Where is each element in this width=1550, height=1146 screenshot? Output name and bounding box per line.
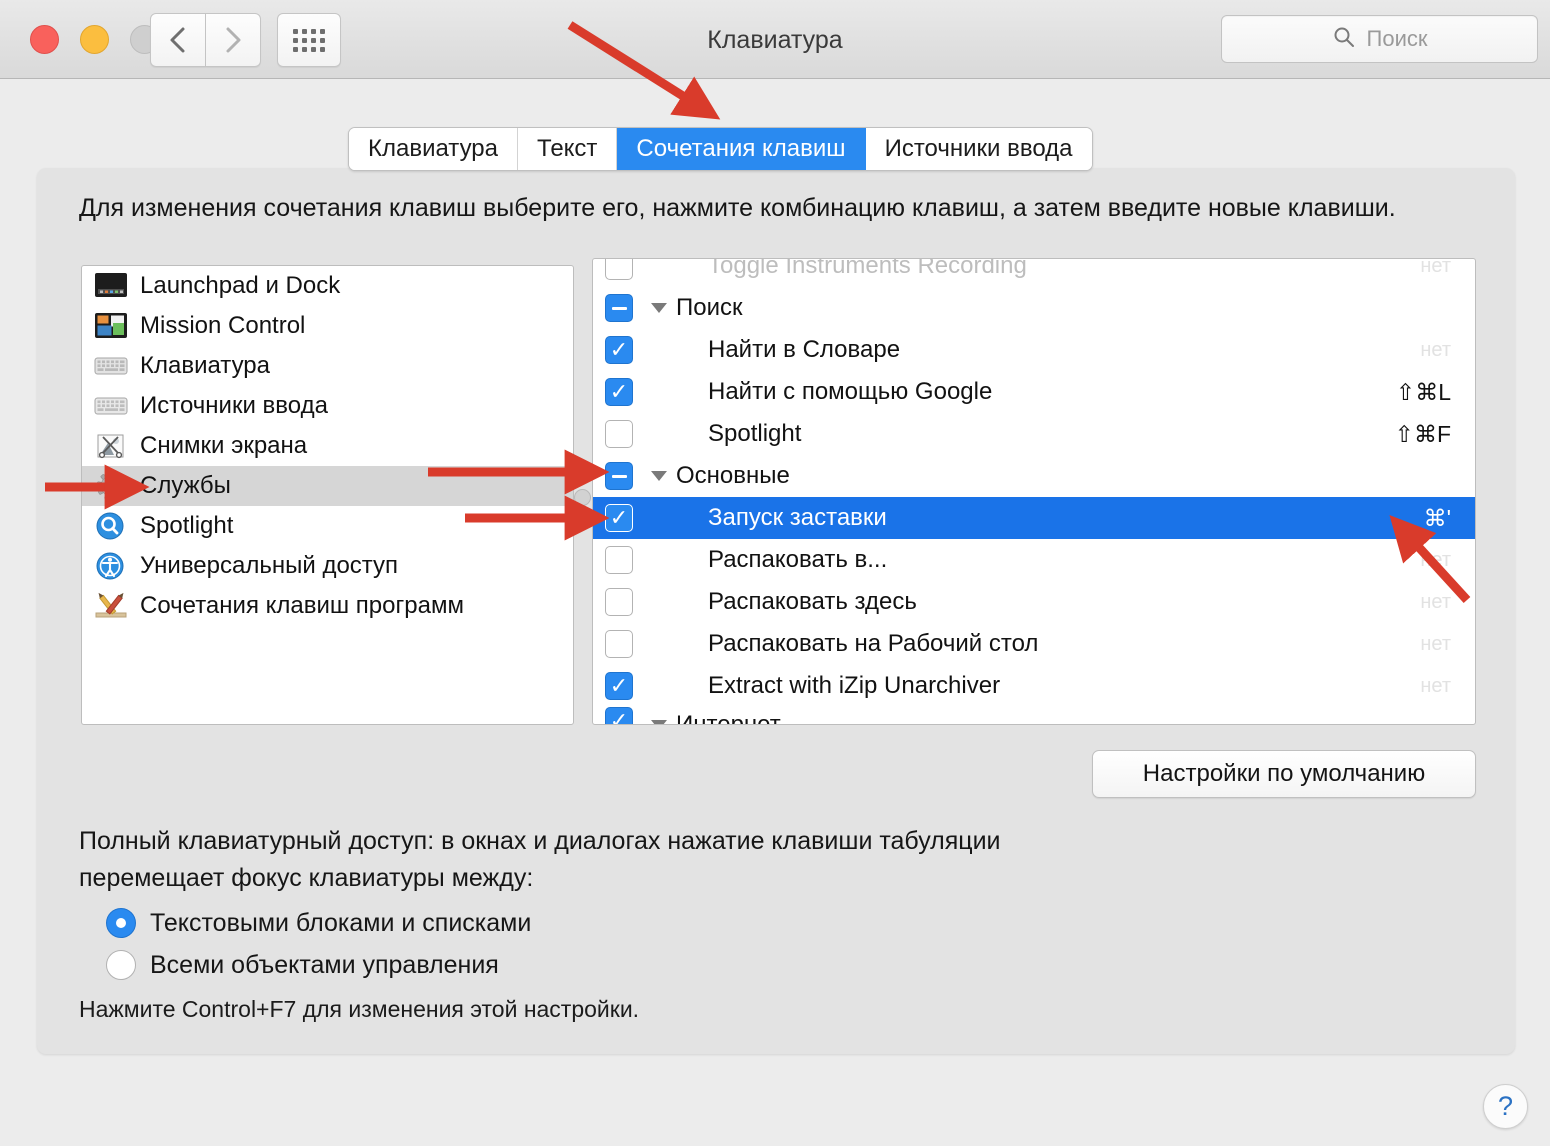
group-label: Основные <box>651 462 790 490</box>
help-button[interactable]: ? <box>1483 1084 1528 1129</box>
disclosure-triangle-icon[interactable] <box>651 720 667 724</box>
sidebar-item-keyboard[interactable]: Клавиатура <box>82 346 573 386</box>
shortcut-label: Распаковать в... <box>708 546 888 573</box>
radio-label: Всеми объектами управления <box>150 950 499 979</box>
shortcut-checkbox[interactable]: ✓ <box>605 378 633 406</box>
launchpad-dock-icon <box>94 271 128 301</box>
shortcut-group-row[interactable]: ✓ Интернет <box>593 707 1475 724</box>
sidebar-item-spotlight[interactable]: Spotlight <box>82 506 573 546</box>
instruction-text: Для изменения сочетания клавиш выберите … <box>79 194 1396 222</box>
shortcut-label: Распаковать на Рабочий стол <box>708 630 1039 657</box>
sidebar-item-input-sources[interactable]: Источники ввода <box>82 386 573 426</box>
input-sources-keyboard-icon <box>94 391 128 421</box>
sidebar-item-label: Mission Control <box>140 312 306 339</box>
group-checkbox[interactable]: ✓ <box>605 707 633 724</box>
shortcut-label: Найти в Словаре <box>708 336 901 363</box>
shortcut-key[interactable]: нет <box>1420 339 1451 362</box>
shortcut-key[interactable]: нет <box>1420 549 1451 572</box>
shortcut-key[interactable]: нет <box>1420 591 1451 614</box>
search-field[interactable]: Поиск <box>1221 15 1538 63</box>
tab-text[interactable]: Текст <box>518 128 618 170</box>
disclosure-triangle-icon[interactable] <box>651 471 667 481</box>
sidebar-item-services[interactable]: Службы <box>82 466 573 506</box>
sidebar-item-app-shortcuts[interactable]: Сочетания клавиш программ <box>82 586 573 626</box>
shortcut-key[interactable]: нет <box>1420 633 1451 656</box>
sidebar-item-screenshots[interactable]: Снимки экрана <box>82 426 573 466</box>
shortcut-group-row[interactable]: Поиск <box>593 287 1475 329</box>
shortcut-key[interactable]: ⇧⌘L <box>1396 379 1451 406</box>
radio-button[interactable] <box>106 908 136 938</box>
list-item[interactable]: Spotlight ⇧⌘F <box>593 413 1475 455</box>
accessibility-icon <box>94 551 128 581</box>
tab-keyboard[interactable]: Клавиатура <box>349 128 518 170</box>
tab-shortcuts[interactable]: Сочетания клавиш <box>617 128 866 170</box>
category-list[interactable]: Launchpad и Dock Mission Control Клавиат… <box>81 265 574 725</box>
screenshots-icon <box>94 431 128 461</box>
shortcut-key[interactable]: ⇧⌘F <box>1395 421 1451 448</box>
search-icon <box>1332 25 1356 54</box>
shortcut-checkbox[interactable]: ✓ <box>605 504 633 532</box>
shortcut-key: нет <box>1420 258 1451 277</box>
sidebar-item-label: Сочетания клавиш программ <box>140 592 464 619</box>
shortcut-checkbox[interactable] <box>605 588 633 616</box>
full-keyboard-access-description: Полный клавиатурный доступ: в окнах и ди… <box>79 827 1001 892</box>
services-gear-icon <box>94 471 128 501</box>
list-item[interactable]: ✓ Запуск заставки ⌘' <box>593 497 1475 539</box>
sidebar-item-label: Клавиатура <box>140 352 270 379</box>
radio-label: Текстовыми блоками и списками <box>150 908 532 937</box>
sidebar-item-label: Источники ввода <box>140 392 328 419</box>
keyboard-access-hint: Нажмите Control+F7 для изменения этой на… <box>79 996 640 1022</box>
tab-input-sources[interactable]: Источники ввода <box>865 128 1092 170</box>
mission-control-icon <box>94 311 128 341</box>
shortcut-checkbox[interactable] <box>605 420 633 448</box>
shortcut-checkbox[interactable] <box>605 546 633 574</box>
shortcut-list[interactable]: Toggle Instruments Recording нет Поиск ✓… <box>592 258 1476 725</box>
spotlight-magnifier-icon <box>94 511 128 541</box>
restore-defaults-button[interactable]: Настройки по умолчанию <box>1092 750 1476 798</box>
list-item[interactable]: Распаковать в... нет <box>593 539 1475 581</box>
radio-button[interactable] <box>106 950 136 980</box>
sidebar-item-accessibility[interactable]: Универсальный доступ <box>82 546 573 586</box>
sidebar-item-label: Универсальный доступ <box>140 552 399 579</box>
shortcut-checkbox[interactable]: ✓ <box>605 336 633 364</box>
list-item[interactable]: ✓ Найти в Словаре нет <box>593 329 1475 371</box>
shortcut-label: Toggle Instruments Recording <box>708 258 1027 279</box>
sidebar-item-label: Launchpad и Dock <box>140 272 341 299</box>
shortcut-label: Extract with iZip Unarchiver <box>708 672 1001 699</box>
sidebar-item-label: Снимки экрана <box>140 432 308 459</box>
group-checkbox[interactable] <box>605 294 633 322</box>
pane-resize-handle[interactable] <box>574 489 591 506</box>
shortcut-key[interactable]: ⌘' <box>1424 505 1451 532</box>
radio-text-boxes-and-lists[interactable]: Текстовыми блоками и списками <box>106 908 531 938</box>
window-titlebar: Клавиатура Поиск <box>0 0 1550 79</box>
sidebar-item-mission-control[interactable]: Mission Control <box>82 306 573 346</box>
shortcut-label: Запуск заставки <box>708 504 887 531</box>
list-item[interactable]: ✓ Найти с помощью Google ⇧⌘L <box>593 371 1475 413</box>
sidebar-item-label: Spotlight <box>140 512 234 539</box>
list-item[interactable]: ✓ Extract with iZip Unarchiver нет <box>593 665 1475 707</box>
shortcut-checkbox[interactable] <box>605 630 633 658</box>
list-item[interactable]: Распаковать на Рабочий стол нет <box>593 623 1475 665</box>
shortcut-label: Найти с помощью Google <box>708 378 993 405</box>
group-label: Интернет <box>651 711 781 724</box>
shortcut-checkbox[interactable]: ✓ <box>605 672 633 700</box>
group-label: Поиск <box>651 294 743 322</box>
tab-bar: Клавиатура Текст Сочетания клавиш Источн… <box>348 127 1093 171</box>
list-item[interactable]: Распаковать здесь нет <box>593 581 1475 623</box>
sidebar-item-launchpad-dock[interactable]: Launchpad и Dock <box>82 266 573 306</box>
disclosure-triangle-icon[interactable] <box>651 303 667 313</box>
group-checkbox[interactable] <box>605 462 633 490</box>
list-item[interactable]: Toggle Instruments Recording нет <box>593 258 1475 287</box>
app-shortcuts-icon <box>94 591 128 621</box>
shortcut-checkbox[interactable] <box>605 259 633 280</box>
shortcut-label: Spotlight <box>708 420 802 447</box>
keyboard-icon <box>94 351 128 381</box>
shortcut-group-row[interactable]: Основные <box>593 455 1475 497</box>
sidebar-item-label: Службы <box>140 472 231 499</box>
radio-all-controls[interactable]: Всеми объектами управления <box>106 950 499 980</box>
shortcut-label: Распаковать здесь <box>708 588 917 615</box>
shortcut-key[interactable]: нет <box>1420 675 1451 698</box>
search-placeholder: Поиск <box>1366 26 1428 51</box>
